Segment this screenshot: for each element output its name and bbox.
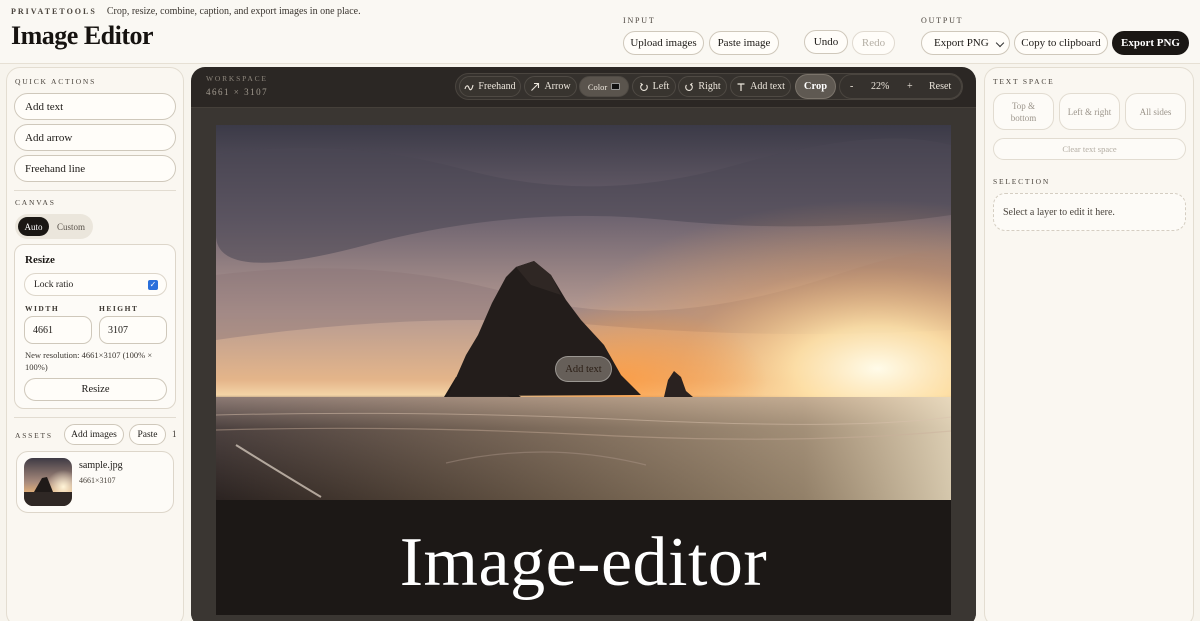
caption-text[interactable]: Image-editor xyxy=(216,518,951,608)
freehand-label: Freehand xyxy=(478,81,516,92)
color-swatch xyxy=(611,83,621,90)
image-canvas[interactable]: Add text Image-editor xyxy=(216,125,951,615)
asset-item[interactable]: sample.jpg 4661×3107 xyxy=(16,451,174,513)
asset-name: sample.jpg xyxy=(79,460,123,471)
paste-asset-button[interactable]: Paste xyxy=(129,424,166,445)
width-input[interactable] xyxy=(24,316,92,344)
assets-label: ASSETS xyxy=(15,431,53,440)
zoom-out-button[interactable]: - xyxy=(850,81,853,92)
workspace-dimensions: 4661 × 3107 xyxy=(206,87,269,97)
asset-dimensions: 4661×3107 xyxy=(79,476,116,485)
page-title: Image Editor xyxy=(11,21,154,50)
quick-actions-label: QUICK ACTIONS xyxy=(15,77,97,86)
add-text-label: Add text xyxy=(750,81,785,92)
canvas-mode-toggle: Auto Custom xyxy=(15,214,93,239)
height-label: HEIGHT xyxy=(99,304,139,313)
new-resolution-note: New resolution: 4661×3107 (100% × 100%) xyxy=(25,350,153,372)
workspace-label: WORKSPACE xyxy=(206,74,268,83)
rotate-right-button[interactable]: Right xyxy=(678,76,727,97)
crop-button[interactable]: Crop xyxy=(795,74,836,99)
workspace: WORKSPACE 4661 × 3107 Freehand Arrow Col… xyxy=(191,67,976,621)
zoom-controls: - 22% + Reset xyxy=(839,74,962,99)
text-layer-overlay[interactable]: Add text xyxy=(555,356,612,382)
brand-row: PRIVATETOOLS Crop, resize, combine, capt… xyxy=(11,6,361,17)
add-images-button[interactable]: Add images xyxy=(64,424,124,445)
resize-button[interactable]: Resize xyxy=(24,378,167,401)
arrow-tool-button[interactable]: Arrow xyxy=(524,76,577,97)
app-header: PRIVATETOOLS Crop, resize, combine, capt… xyxy=(0,0,1200,64)
freehand-tool-button[interactable]: Freehand xyxy=(459,76,521,97)
clear-text-space-button[interactable]: Clear text space xyxy=(993,138,1186,160)
color-label: Color xyxy=(587,81,608,92)
arrow-label: Arrow xyxy=(544,81,571,92)
zoom-level: 22% xyxy=(871,81,890,92)
divider xyxy=(14,190,176,191)
export-png-button[interactable]: Export PNG xyxy=(1112,31,1189,55)
selection-label: SELECTION xyxy=(993,177,1051,186)
paste-image-button[interactable]: Paste image xyxy=(709,31,779,55)
arrow-icon xyxy=(531,82,540,91)
canvas-area: Add text Image-editor xyxy=(191,107,976,621)
text-icon xyxy=(737,82,745,91)
canvas-mode-auto[interactable]: Auto xyxy=(18,217,49,236)
resize-card: Resize Lock ratio ✓ WIDTH HEIGHT New res… xyxy=(14,244,176,409)
asset-thumbnail xyxy=(24,458,72,506)
rotate-left-label: Left xyxy=(652,81,670,92)
export-format-select[interactable]: Export PNG xyxy=(921,31,1010,55)
text-space-top-bottom-button[interactable]: Top & bottom xyxy=(993,93,1054,130)
add-text-button[interactable]: Add text xyxy=(14,93,176,120)
text-space-all-sides-button[interactable]: All sides xyxy=(1125,93,1186,130)
brand-name: PRIVATETOOLS xyxy=(11,7,97,16)
output-group-label: OUTPUT xyxy=(921,16,964,25)
right-panel: TEXT SPACE Top & bottom Left & right All… xyxy=(984,67,1194,621)
add-arrow-button[interactable]: Add arrow xyxy=(14,124,176,151)
lock-ratio-checkbox[interactable]: ✓ xyxy=(148,280,158,290)
sunset-photo xyxy=(216,125,951,500)
canvas-mode-custom[interactable]: Custom xyxy=(52,217,90,236)
zoom-reset-button[interactable]: Reset xyxy=(929,81,951,92)
text-space-label: TEXT SPACE xyxy=(993,77,1055,86)
rotate-left-icon xyxy=(639,82,648,91)
left-panel: QUICK ACTIONS Add text Add arrow Freehan… xyxy=(6,67,184,621)
copy-to-clipboard-button[interactable]: Copy to clipboard xyxy=(1014,31,1108,55)
chevron-down-icon xyxy=(995,38,1005,48)
freehand-line-button[interactable]: Freehand line xyxy=(14,155,176,182)
canvas-label: CANVAS xyxy=(15,198,56,207)
lock-ratio-label: Lock ratio xyxy=(34,279,74,290)
text-space-left-right-button[interactable]: Left & right xyxy=(1059,93,1120,130)
lock-ratio-row[interactable]: Lock ratio ✓ xyxy=(24,273,167,296)
zoom-in-button[interactable]: + xyxy=(907,81,913,92)
undo-button[interactable]: Undo xyxy=(804,30,848,54)
export-format-value: Export PNG xyxy=(934,37,989,49)
rotate-right-label: Right xyxy=(698,81,721,92)
freehand-icon xyxy=(464,84,474,90)
rotate-right-icon xyxy=(685,82,694,91)
selection-panel: Select a layer to edit it here. xyxy=(993,193,1186,231)
add-text-tool-button[interactable]: Add text xyxy=(730,76,791,97)
width-label: WIDTH xyxy=(25,304,60,313)
redo-button[interactable]: Redo xyxy=(852,31,895,55)
tagline: Crop, resize, combine, caption, and expo… xyxy=(106,6,361,17)
divider xyxy=(14,417,176,418)
asset-count: 1 xyxy=(172,429,177,439)
rotate-left-button[interactable]: Left xyxy=(632,76,676,97)
color-picker-button[interactable]: Color xyxy=(579,76,629,97)
input-group-label: INPUT xyxy=(623,16,656,25)
resize-title: Resize xyxy=(25,254,55,266)
height-input[interactable] xyxy=(99,316,167,344)
upload-images-button[interactable]: Upload images xyxy=(623,31,704,55)
